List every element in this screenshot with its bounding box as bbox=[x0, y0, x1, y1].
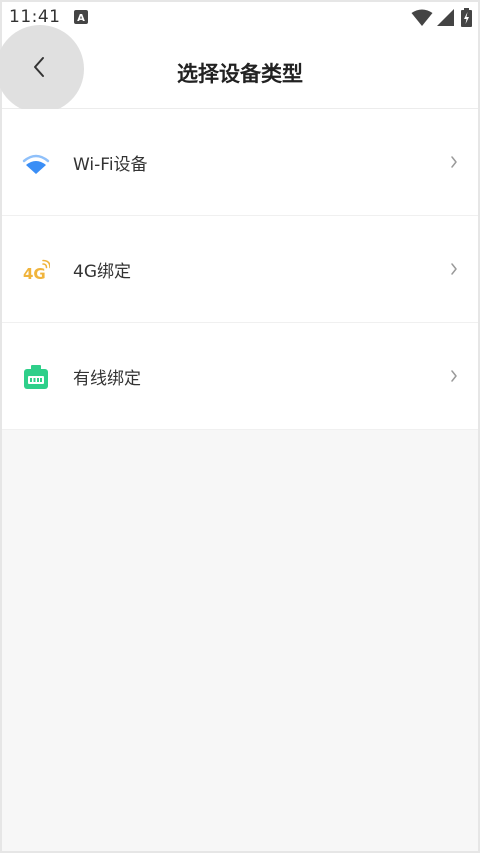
chevron-right-icon bbox=[451, 156, 457, 168]
chevron-right-icon bbox=[451, 263, 457, 275]
4g-icon: 4G bbox=[23, 259, 50, 283]
svg-text:A: A bbox=[77, 13, 85, 24]
status-bar: 11:41 A bbox=[2, 2, 478, 34]
list-item-label: Wi-Fi设备 bbox=[73, 155, 148, 175]
battery-charging-icon bbox=[461, 8, 472, 27]
list-item-label: 有线绑定 bbox=[73, 369, 141, 389]
status-time: 11:41 bbox=[9, 7, 61, 27]
list-item-wired-binding[interactable]: 有线绑定 bbox=[2, 323, 478, 430]
chevron-right-icon bbox=[451, 370, 457, 382]
list-item-4g-binding[interactable]: 4G 4G绑定 bbox=[2, 216, 478, 323]
svg-text:4G: 4G bbox=[23, 265, 46, 283]
header: 选择设备类型 bbox=[0, 25, 478, 113]
page-title: 选择设备类型 bbox=[177, 62, 303, 86]
list-item-wifi-device[interactable]: Wi-Fi设备 bbox=[2, 109, 478, 216]
ethernet-icon bbox=[24, 365, 48, 389]
a-notification-icon: A bbox=[74, 10, 88, 24]
wifi-device-icon bbox=[22, 154, 50, 174]
list-item-label: 4G绑定 bbox=[73, 262, 131, 282]
cellular-signal-icon bbox=[437, 9, 454, 26]
wifi-icon bbox=[411, 9, 433, 26]
device-type-list: Wi-Fi设备 4G 4G绑定 有线绑定 bbox=[2, 109, 478, 430]
